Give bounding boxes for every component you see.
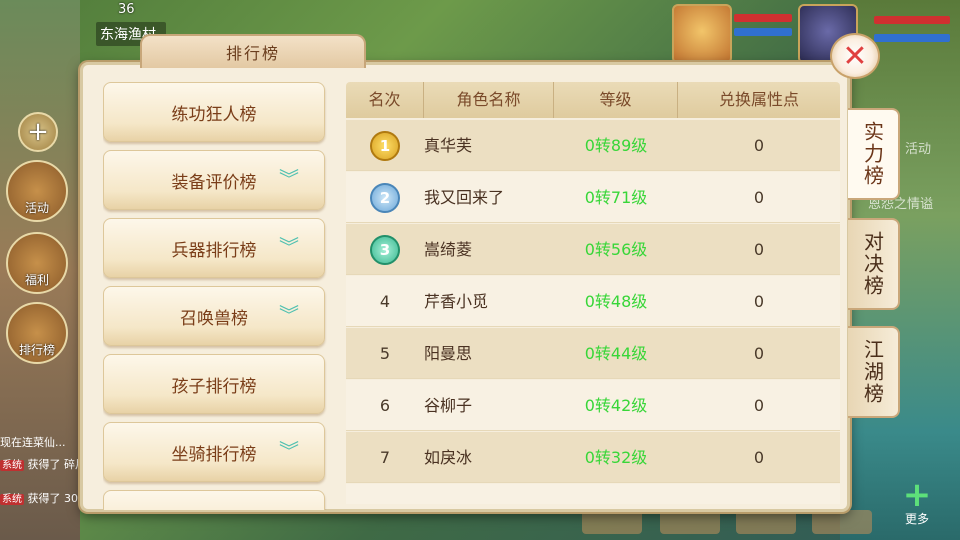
player-points: 0	[753, 136, 765, 155]
table-row[interactable]: 5 阳曼思 0转44级 0	[346, 328, 840, 379]
close-icon: ✕	[842, 38, 868, 74]
chat-tag: 系统	[0, 494, 24, 505]
plus-icon: +	[902, 475, 932, 515]
player-name: 嵩绮菱	[424, 240, 473, 259]
teammate-hp-bar	[734, 14, 792, 22]
chat-line: 系统 获得了 碎片	[0, 456, 90, 472]
chat-line: 现在连菜仙...	[0, 434, 90, 450]
player-rank: 7	[379, 448, 391, 467]
player-level: 0转42级	[584, 396, 648, 415]
tab-label: 江湖榜	[860, 339, 885, 405]
silver-medal-icon: 2	[370, 183, 400, 213]
menu-item-mount[interactable]: 坐骑排行榜 ︾	[103, 422, 325, 482]
panel-title: 排行榜	[140, 34, 366, 68]
leaderboard-label: 排行榜	[18, 343, 55, 357]
chevron-down-icon: ︾	[279, 167, 299, 191]
chevron-down-icon: ︾	[279, 439, 299, 463]
player-name: 阳曼思	[424, 344, 473, 363]
table-row[interactable]: 1 真华芙 0转89级 0	[346, 120, 840, 171]
chat-tag: 系统	[0, 460, 24, 471]
bottom-button[interactable]	[660, 510, 720, 534]
menu-item-weapon[interactable]: 兵器排行榜 ︾	[103, 218, 325, 278]
table-row[interactable]: 4 芹香小觅 0转48级 0	[346, 276, 840, 327]
menu-item-label: 召唤兽榜	[180, 308, 248, 329]
expand-plus-icon[interactable]: +	[18, 112, 58, 152]
header-level: 等级	[554, 82, 678, 118]
more-label: 更多	[904, 512, 929, 526]
menu-item-label: 装备评价榜	[171, 172, 257, 193]
header-name: 角色名称	[424, 82, 554, 118]
player-points: 0	[753, 292, 765, 311]
activity-icon[interactable]: 活动	[6, 160, 68, 222]
player-level: 0转48级	[584, 292, 648, 311]
player-mp-bar	[874, 34, 950, 42]
header-points: 兑换属性点	[718, 90, 799, 109]
player-name: 谷柳子	[424, 396, 473, 415]
player-name: 芹香小觅	[424, 292, 489, 311]
gold-medal-icon: 1	[370, 131, 400, 161]
player-rank: 5	[379, 344, 391, 363]
table-row[interactable]: 3 嵩绮菱 0转56级 0	[346, 224, 840, 275]
header-rank: 名次	[346, 82, 424, 118]
player-name: 我又回来了	[424, 188, 505, 207]
tab-duel[interactable]: 对决榜	[848, 218, 900, 310]
teammate-avatar[interactable]	[672, 4, 732, 64]
player-rank: 4	[379, 292, 391, 311]
category-menu: 练功狂人榜 装备评价榜 ︾ 兵器排行榜 ︾ 召唤兽榜 ︾ 孩子排行榜 坐骑排行榜…	[103, 82, 327, 510]
player-rank: 6	[379, 396, 391, 415]
top-counter: 36	[118, 2, 135, 17]
player-level: 0转89级	[584, 136, 648, 155]
bottom-button[interactable]	[736, 510, 796, 534]
menu-item-partial[interactable]	[103, 490, 325, 510]
player-name: 真华芙	[424, 136, 473, 155]
player-points: 0	[753, 396, 765, 415]
tab-label: 实力榜	[860, 121, 885, 187]
player-level: 0转32级	[584, 448, 648, 467]
chevron-down-icon: ︾	[279, 235, 299, 259]
table-row[interactable]: 6 谷柳子 0转42级 0	[346, 380, 840, 431]
close-button[interactable]: ✕	[830, 33, 880, 79]
activity-label: 活动	[24, 201, 49, 215]
bottom-button[interactable]	[582, 510, 642, 534]
chat-text: 获得了 碎片	[27, 458, 87, 471]
menu-item-summon[interactable]: 召唤兽榜 ︾	[103, 286, 325, 346]
more-button[interactable]: + 更多	[892, 475, 942, 526]
player-points: 0	[753, 448, 765, 467]
menu-item-practice[interactable]: 练功狂人榜	[103, 82, 325, 142]
table-row[interactable]: 7 如戾冰 0转32级 0	[346, 432, 840, 483]
table-row[interactable]: 2 我又回来了 0转71级 0	[346, 172, 840, 223]
welfare-label: 福利	[24, 273, 49, 287]
ranking-table: 名次 角色名称 等级 兑换属性点 1 真华芙 0转89级 0 2 我又回来了 0…	[346, 82, 840, 504]
welfare-icon[interactable]: 福利	[6, 232, 68, 294]
chevron-down-icon: ︾	[279, 303, 299, 327]
tab-jianghu[interactable]: 江湖榜	[848, 326, 900, 418]
player-points: 0	[753, 188, 765, 207]
menu-item-label: 坐骑排行榜	[171, 444, 257, 465]
bg-activity-text: 活动	[905, 142, 932, 157]
table-row[interactable]	[346, 484, 840, 504]
player-points: 0	[753, 240, 765, 259]
leaderboard-icon[interactable]: 排行榜	[6, 302, 68, 364]
bottom-button[interactable]	[812, 510, 872, 534]
chat-line: 系统 获得了 30元	[0, 490, 90, 506]
bronze-medal-icon: 3	[370, 235, 400, 265]
teammate-mp-bar	[734, 28, 792, 36]
table-header: 名次 角色名称 等级 兑换属性点	[346, 82, 840, 118]
menu-item-child[interactable]: 孩子排行榜	[103, 354, 325, 414]
tab-strength[interactable]: 实力榜	[848, 108, 900, 200]
menu-item-label: 兵器排行榜	[171, 240, 257, 261]
menu-item-equipment[interactable]: 装备评价榜 ︾	[103, 150, 325, 210]
menu-item-label: 孩子排行榜	[171, 376, 257, 397]
player-level: 0转71级	[584, 188, 648, 207]
player-points: 0	[753, 344, 765, 363]
player-level: 0转56级	[584, 240, 648, 259]
menu-item-label: 练功狂人榜	[171, 104, 257, 125]
tab-label: 对决榜	[860, 231, 885, 297]
player-level: 0转44级	[584, 344, 648, 363]
player-hp-bar	[874, 16, 950, 24]
player-name: 如戾冰	[424, 448, 473, 467]
chat-text: 现在连菜仙...	[0, 436, 66, 449]
